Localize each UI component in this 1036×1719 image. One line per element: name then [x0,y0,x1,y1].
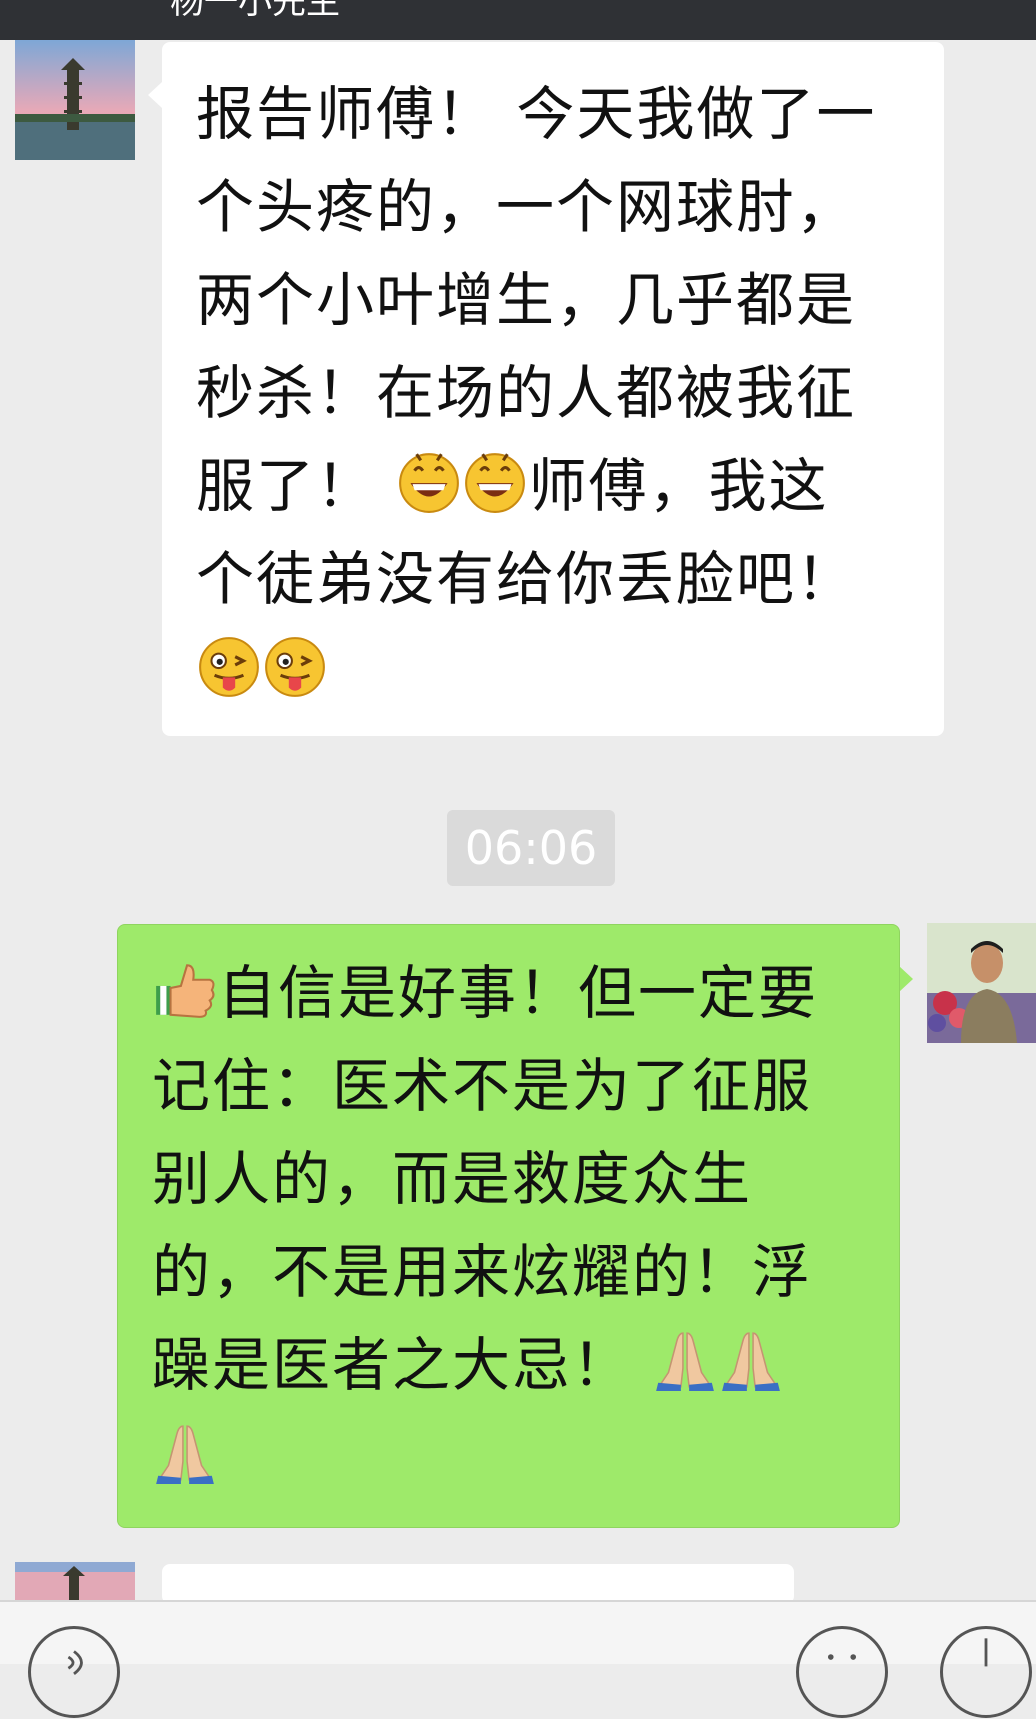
message-text: 个徒弟没有给你丢脸吧！ [196,545,857,613]
received-message-bubble-partial[interactable] [162,1564,794,1604]
chat-title: 杨一小先生 [170,0,340,22]
grin-icon [462,448,528,514]
wink-tongue-icon [196,634,262,700]
message-timestamp: 06:06 [447,810,615,886]
sent-message-bubble[interactable]: 自信是好事！但一定要记住：医术不是为了征服 别人的，而是救度众生 的，不是用来炫耀的… [117,924,900,1528]
message-line: 个徒弟没有给你丢脸吧！ [196,533,944,626]
message-text: 报告师傅！ 今天我做了一 [196,80,877,148]
my-avatar[interactable] [927,923,1036,1043]
received-message-bubble[interactable]: 报告师傅！ 今天我做了一 个头疼的，一个网球肘， 两个小叶增生，几乎都是 秒杀！在场的… [162,42,944,736]
message-line: 个头疼的，一个网球肘， [196,161,944,254]
message-line: 自信是好事！但一定要 [152,947,899,1040]
message-text: 躁是医者之大忌！ [152,1331,653,1399]
pray-icon [652,1327,718,1393]
message-text: 秒杀！在场的人都被我征 [196,359,857,427]
wink-tongue-icon [262,634,328,700]
emoji-button[interactable] [796,1626,888,1718]
message-text: 记住：医术不是为了征服 [152,1052,813,1120]
thumbs-up-icon [152,955,218,1021]
message-line: 别人的，而是救度众生 [152,1133,899,1226]
message-line: 服了！ 师傅，我这 [196,440,944,533]
grin-icon [396,448,462,514]
message-text: 别人的，而是救度众生 [152,1145,753,1213]
message-text: 个头疼的，一个网球肘， [196,173,857,241]
message-line: 两个小叶增生，几乎都是 [196,254,944,347]
message-line: 躁是医者之大忌！ [152,1319,899,1412]
message-text: 自信是好事！但一定要 [218,959,819,1027]
bubble-tail [899,966,913,992]
message-text: 的，不是用来炫耀的！浮 [152,1238,813,1306]
message-line [196,626,944,719]
message-line: 秒杀！在场的人都被我征 [196,347,944,440]
sender-avatar[interactable] [15,1562,135,1602]
pray-icon [152,1420,218,1486]
pray-icon [718,1327,784,1393]
message-text: 服了！ [196,452,397,520]
message-line [152,1412,899,1505]
voice-icon [67,1650,83,1675]
top-bar: 杨一小先生 [0,0,1036,40]
message-line: 报告师傅！ 今天我做了一 [196,68,944,161]
message-text: 师傅，我这 [528,452,829,520]
sender-avatar[interactable] [15,40,135,160]
bubble-tail [148,82,162,108]
message-line: 的，不是用来炫耀的！浮 [152,1226,899,1319]
input-toolbar [0,1600,1036,1718]
smiley-icon [827,1654,857,1660]
more-button[interactable] [940,1626,1032,1718]
plus-icon [984,1638,988,1667]
message-text: 两个小叶增生，几乎都是 [196,266,857,334]
voice-input-button[interactable] [28,1626,120,1718]
message-line: 记住：医术不是为了征服 [152,1040,899,1133]
